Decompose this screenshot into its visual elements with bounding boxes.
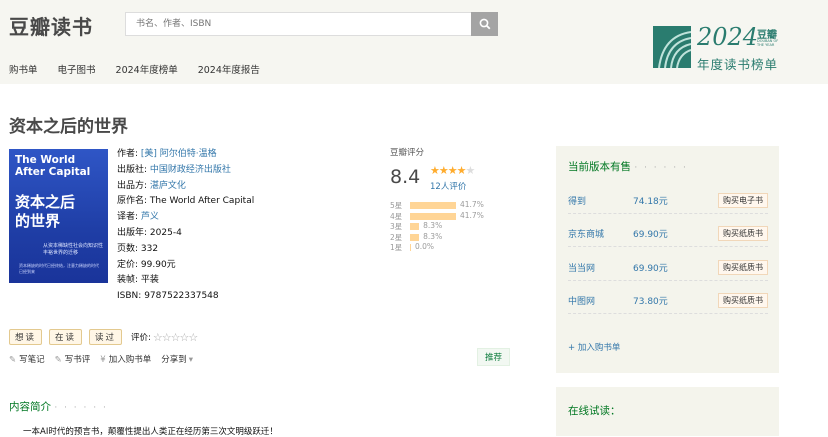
star-empty-icon: ★: [465, 164, 475, 177]
sale-heading: 当前版本有售 · · · · · ·: [568, 161, 688, 173]
dist-bar: [410, 223, 420, 230]
buy-button[interactable]: 购买纸质书: [718, 260, 768, 275]
buy-button[interactable]: 购买纸质书: [718, 226, 768, 241]
intro-heading: 内容简介 · · · · · ·: [9, 401, 108, 413]
cover-description: 资本稀缺的时代已经终结，注意力稀缺的时代已经到来: [19, 263, 99, 274]
nav-item-booklist[interactable]: 购书单: [9, 62, 38, 76]
rating-score: 8.4: [390, 166, 421, 188]
vendor-name[interactable]: 当当网: [568, 261, 595, 274]
rate-stars-input[interactable]: ☆☆☆☆☆: [153, 331, 198, 344]
reading-actions: 想读 在读 读过 评价: ☆☆☆☆☆: [9, 329, 198, 345]
vendor-price[interactable]: 74.18元: [633, 194, 668, 207]
vendor-name[interactable]: 中图网: [568, 294, 595, 307]
info-pages: 页数: 332: [117, 243, 159, 254]
vendor-row: 京东商城 69.90元 购买纸质书: [568, 224, 768, 247]
vendor-name[interactable]: 京东商城: [568, 227, 604, 240]
vendor-row: 中图网 73.80元 购买纸质书: [568, 291, 768, 314]
annual-subtitle: DOUBAN OF THE YEAR: [757, 39, 779, 47]
info-pub-year: 出版年: 2025-4: [117, 227, 182, 238]
nav-item-annual-report[interactable]: 2024年度报告: [198, 62, 260, 76]
search-input[interactable]: [126, 13, 466, 35]
reading-button[interactable]: 在读: [49, 329, 83, 345]
dist-pct: 8.3%: [423, 221, 443, 230]
book-info: 作者: [美] 阿尔伯特·温格 出版社: 中国财政经济出版社 出品方: 湛庐文化…: [117, 147, 254, 305]
annual-title: 年度读书榜单: [697, 57, 779, 72]
add-to-booklist-link[interactable]: ¥ 加入购书单: [100, 353, 151, 365]
dist-pct: 8.3%: [423, 231, 443, 241]
have-read-button[interactable]: 读过: [89, 329, 123, 345]
info-translator: 译者: 芦义: [117, 212, 159, 223]
publisher-link[interactable]: 中国财政经济出版社: [150, 165, 231, 175]
dist-bar: [410, 212, 456, 220]
dist-pct: 41.7%: [460, 210, 484, 220]
dist-bar: [410, 244, 411, 251]
rating-stars: ★★★★★: [430, 164, 475, 177]
buy-button[interactable]: 购买电子书: [718, 193, 768, 208]
trial-panel: 在线试读：: [556, 387, 779, 436]
intro-text: 一本AI时代的预言书，颠覆性提出人类正在经历第三次文明级跃迁！: [23, 427, 278, 437]
heading-dots: · · · · · ·: [54, 403, 108, 413]
dist-bar: [410, 233, 420, 241]
pencil-icon: ✎: [9, 355, 17, 365]
caret-down-icon: ▾: [188, 355, 194, 365]
cover-cn-title: 资本之后的世界: [15, 193, 76, 230]
cover-tagline: 从资本稀缺性社会向知识性丰裕世界的迁移: [43, 243, 104, 256]
book-cover[interactable]: The World After Capital 资本之后的世界 从资本稀缺性社会…: [9, 149, 108, 283]
star-icon: ★★★★: [430, 164, 466, 177]
annual-logo-mark: [653, 26, 691, 68]
buy-button[interactable]: 购买纸质书: [718, 293, 768, 308]
trial-heading: 在线试读：: [568, 405, 621, 417]
info-original-title: 原作名: The World After Capital: [117, 196, 255, 207]
recommend-button[interactable]: 推荐: [477, 348, 511, 366]
translator-link[interactable]: 芦义: [141, 212, 159, 222]
sale-panel: 当前版本有售 · · · · · · 得到 74.18元 购买电子书 京东商城 …: [556, 146, 779, 373]
vendor-price[interactable]: 69.90元: [633, 261, 668, 274]
rating-count[interactable]: 12人评价: [430, 180, 466, 192]
search-box: [125, 12, 471, 36]
cover-en-title: The World After Capital: [15, 154, 91, 178]
dist-pct: 41.7%: [460, 200, 484, 209]
vendor-name[interactable]: 得到: [568, 194, 586, 207]
search-icon: [479, 18, 490, 30]
author-link[interactable]: [美] 阿尔伯特·温格: [141, 149, 217, 159]
main-nav: 购书单 电子图书 2024年度榜单 2024年度报告: [9, 62, 280, 76]
vendor-price[interactable]: 69.90元: [633, 227, 668, 240]
heading-dots: · · · · · ·: [634, 163, 688, 173]
dist-pct: 0.0%: [415, 242, 435, 251]
site-logo[interactable]: 豆瓣读书: [9, 11, 93, 40]
yen-icon: ¥: [100, 355, 106, 365]
rating-label: 豆瓣评分: [390, 148, 425, 158]
rate-label: 评价:: [131, 333, 151, 343]
vendor-row: 当当网 69.90元 购买纸质书: [568, 258, 768, 281]
info-price: 定价: 99.90元: [117, 259, 176, 270]
vendor-price[interactable]: 73.80元: [633, 294, 668, 307]
nav-item-ebooks[interactable]: 电子图书: [58, 62, 96, 76]
info-publisher: 出版社: 中国财政经济出版社: [117, 164, 231, 175]
book-title: 资本之后的世界: [9, 117, 128, 137]
write-note-link[interactable]: ✎ 写笔记: [9, 353, 45, 365]
pencil-icon: ✎: [54, 355, 62, 365]
add-to-cart-link[interactable]: + 加入购书单: [568, 341, 620, 353]
producer-link[interactable]: 湛庐文化: [150, 181, 186, 191]
nav-item-annual-list[interactable]: 2024年度榜单: [116, 62, 178, 76]
book-operations: ✎ 写笔记 ✎ 写书评 ¥ 加入购书单 分享到 ▾: [9, 353, 196, 365]
share-link[interactable]: 分享到 ▾: [161, 353, 196, 365]
info-binding: 装帧: 平装: [117, 275, 159, 286]
top-bar: 豆瓣读书 购书单 电子图书 2024年度榜单 2024年度报告 2024 豆瓣 …: [0, 0, 828, 84]
info-author: 作者: [美] 阿尔伯特·温格: [117, 149, 217, 159]
vendor-row: 得到 74.18元 购买电子书: [568, 191, 768, 214]
annual-year: 2024: [697, 23, 759, 51]
search-button[interactable]: [471, 12, 498, 36]
rating-panel: 豆瓣评分 8.4 ★★★★★ 12人评价: [390, 146, 520, 192]
write-review-link[interactable]: ✎ 写书评: [55, 353, 91, 365]
info-isbn: ISBN: 9787522337548: [117, 291, 219, 302]
want-to-read-button[interactable]: 想读: [9, 329, 43, 345]
dist-bar: [410, 202, 456, 209]
info-producer: 出品方: 湛庐文化: [117, 180, 186, 191]
annual-list-banner[interactable]: 2024 豆瓣 DOUBAN OF THE YEAR 年度读书榜单: [653, 22, 783, 72]
